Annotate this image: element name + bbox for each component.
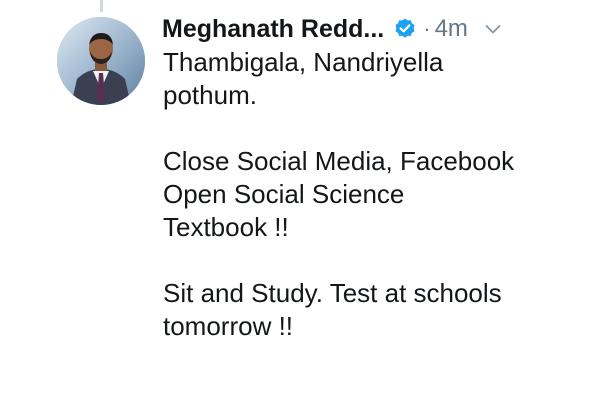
chevron-down-icon[interactable] — [484, 20, 502, 38]
tweet-text-line: Close Social Media, Facebook — [163, 146, 515, 176]
tweet-text-line: pothum. — [163, 80, 257, 110]
tweet-text-line: Open Social Science — [163, 179, 405, 209]
tweet-text-line: tomorrow !! — [163, 311, 294, 341]
profile-photo-icon — [57, 17, 145, 105]
tweet-text-line: Sit and Study. Test at schools — [163, 278, 502, 308]
author-display-name[interactable]: Meghanath Redd... — [162, 15, 384, 44]
tweet-header: Meghanath Redd... · 4m — [162, 11, 502, 47]
thread-connector-line — [100, 0, 103, 12]
tweet-timestamp[interactable]: 4m — [435, 15, 468, 43]
tweet-text-line: Thambigala, Nandriyella — [163, 47, 444, 77]
verified-badge-icon — [393, 17, 417, 41]
separator-dot: · — [423, 16, 431, 41]
tweet-text: Thambigala, Nandriyella pothum. Close So… — [163, 46, 593, 343]
tweet-text-line: Textbook !! — [163, 212, 289, 242]
avatar[interactable] — [57, 17, 145, 105]
